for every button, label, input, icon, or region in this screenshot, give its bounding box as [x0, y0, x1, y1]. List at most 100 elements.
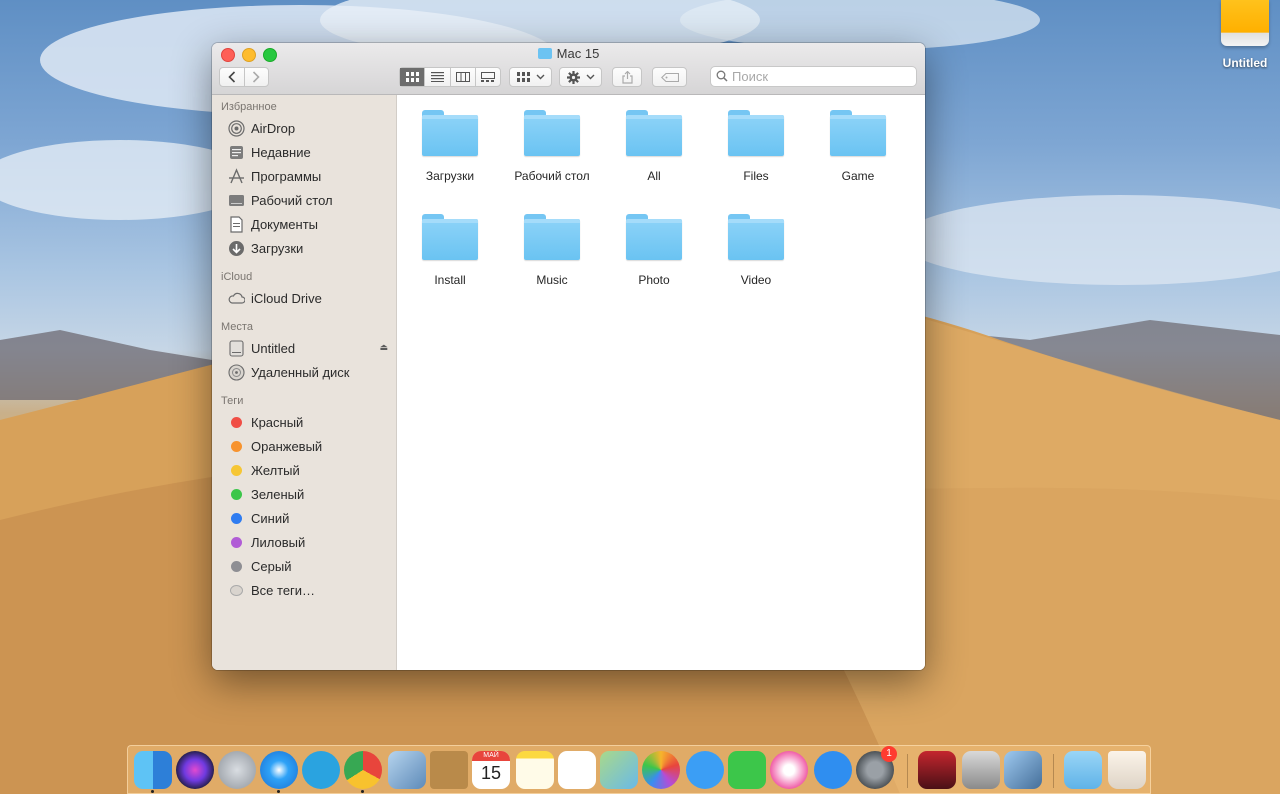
icon-grid-icon — [405, 72, 419, 82]
sidebar-tag-blue[interactable]: Синий — [228, 507, 392, 529]
launchpad-rocket-icon[interactable] — [218, 751, 256, 789]
sidebar-item-untitled[interactable]: Untitled ⏏ — [228, 337, 392, 359]
sidebar: Избранное AirDrop Недавние Программы Раб… — [212, 95, 397, 670]
external-drive-icon — [1221, 0, 1269, 46]
chrome-icon[interactable] — [344, 751, 382, 789]
reminders-icon[interactable] — [558, 751, 596, 789]
tag-dot-icon — [228, 510, 245, 527]
notification-badge: 1 — [881, 746, 897, 762]
sidebar-item-icloud-drive[interactable]: iCloud Drive — [228, 287, 392, 309]
tags-button[interactable] — [652, 67, 687, 87]
folder-name: Video — [740, 273, 772, 287]
dock: МАЙ 15 1 — [127, 745, 1151, 794]
maps-icon[interactable] — [600, 751, 638, 789]
sidebar-all-tags[interactable]: Все теги… — [228, 579, 392, 601]
forward-button[interactable] — [245, 68, 269, 86]
gear-icon — [566, 70, 580, 84]
sidebar-tag-red[interactable]: Красный — [228, 411, 392, 433]
folder-item[interactable]: Photo — [604, 214, 704, 287]
calendar-day: 15 — [480, 763, 502, 783]
file-browser: Загрузки Рабочий стол All Files Game Ins… — [397, 95, 925, 670]
sidebar-item-desktop[interactable]: Рабочий стол — [228, 189, 392, 211]
sidebar-item-airdrop[interactable]: AirDrop — [228, 117, 392, 139]
folder-item[interactable]: All — [604, 110, 704, 183]
folder-icon — [830, 110, 886, 156]
folder-item[interactable]: Files — [706, 110, 806, 183]
photo-booth-icon[interactable] — [918, 751, 956, 789]
running-indicator — [277, 790, 280, 793]
app-store-icon[interactable] — [814, 751, 852, 789]
tag-dot-icon — [228, 438, 245, 455]
column-view-button[interactable] — [451, 68, 476, 86]
photos-icon[interactable] — [642, 751, 680, 789]
all-tags-icon — [228, 582, 245, 599]
sidebar-item-applications[interactable]: Программы — [228, 165, 392, 187]
sidebar-tag-purple[interactable]: Лиловый — [228, 531, 392, 553]
folder-name: Рабочий стол — [514, 169, 590, 183]
share-button[interactable] — [612, 67, 642, 87]
facetime-icon[interactable] — [728, 751, 766, 789]
folder-icon — [422, 214, 478, 260]
finder-icon[interactable] — [134, 751, 172, 789]
preview-photo-icon[interactable] — [1004, 751, 1042, 789]
folder-item[interactable]: Install — [400, 214, 500, 287]
group-by-dropdown[interactable] — [509, 67, 552, 87]
tag-dot-icon — [228, 486, 245, 503]
telegram-icon[interactable] — [302, 751, 340, 789]
folder-item[interactable]: Game — [808, 110, 908, 183]
folder-name: Install — [434, 273, 466, 287]
folder-icon — [524, 214, 580, 260]
icon-view-button[interactable] — [400, 68, 426, 86]
downloads-icon — [228, 240, 245, 257]
itunes-icon[interactable] — [770, 751, 808, 789]
downloads-stack-icon[interactable] — [1064, 751, 1102, 789]
folder-item[interactable]: Рабочий стол — [502, 110, 602, 183]
sidebar-item-label: Синий — [251, 510, 290, 526]
trash-icon[interactable] — [1108, 751, 1146, 789]
sidebar-item-downloads[interactable]: Загрузки — [228, 237, 392, 259]
tag-icon — [660, 72, 679, 82]
sidebar-item-label: Лиловый — [251, 534, 306, 550]
tag-dot-icon — [228, 414, 245, 431]
sidebar-item-label: Рабочий стол — [251, 192, 333, 208]
folder-item[interactable]: Загрузки — [400, 110, 500, 183]
dock-separator — [907, 754, 908, 788]
sidebar-item-documents[interactable]: Документы — [228, 213, 392, 235]
folder-item[interactable]: Video — [706, 214, 806, 287]
sidebar-tag-green[interactable]: Зеленый — [228, 483, 392, 505]
list-view-button[interactable] — [425, 68, 451, 86]
desktop-drive-untitled[interactable]: Untitled — [1212, 0, 1278, 70]
contacts-icon[interactable] — [430, 751, 468, 789]
siri-icon[interactable] — [176, 751, 214, 789]
gallery-view-button[interactable] — [476, 68, 500, 86]
action-menu-button[interactable] — [559, 67, 602, 87]
safari-compass-icon[interactable] — [260, 751, 298, 789]
sidebar-item-remote-disc[interactable]: Удаленный диск — [228, 361, 392, 383]
tag-dot-icon — [228, 558, 245, 575]
notes-icon[interactable] — [516, 751, 554, 789]
sidebar-item-recents[interactable]: Недавние — [228, 141, 392, 163]
nav-buttons — [219, 67, 269, 87]
search-placeholder: Поиск — [732, 69, 769, 84]
sidebar-tag-orange[interactable]: Оранжевый — [228, 435, 392, 457]
folder-item[interactable]: Music — [502, 214, 602, 287]
chevron-left-icon — [228, 71, 235, 83]
sidebar-section-tags: Теги — [221, 395, 244, 407]
folder-icon — [728, 214, 784, 260]
sidebar-item-label: Программы — [251, 168, 322, 184]
tag-dot-icon — [228, 462, 245, 479]
gallery-icon — [480, 72, 495, 82]
applications-icon — [228, 167, 245, 185]
sidebar-item-label: Оранжевый — [251, 438, 323, 454]
folder-icon — [422, 110, 478, 156]
disk-utility-icon[interactable] — [962, 751, 1000, 789]
calendar-icon[interactable]: МАЙ 15 — [472, 751, 510, 789]
sidebar-tag-yellow[interactable]: Желтый — [228, 459, 392, 481]
sidebar-tag-gray[interactable]: Серый — [228, 555, 392, 577]
chevron-down-icon — [586, 74, 594, 80]
messages-icon[interactable] — [686, 751, 724, 789]
back-button[interactable] — [220, 68, 245, 86]
eject-icon[interactable]: ⏏ — [379, 342, 388, 353]
search-field[interactable]: Поиск — [710, 66, 917, 87]
preview-icon[interactable] — [388, 751, 426, 789]
